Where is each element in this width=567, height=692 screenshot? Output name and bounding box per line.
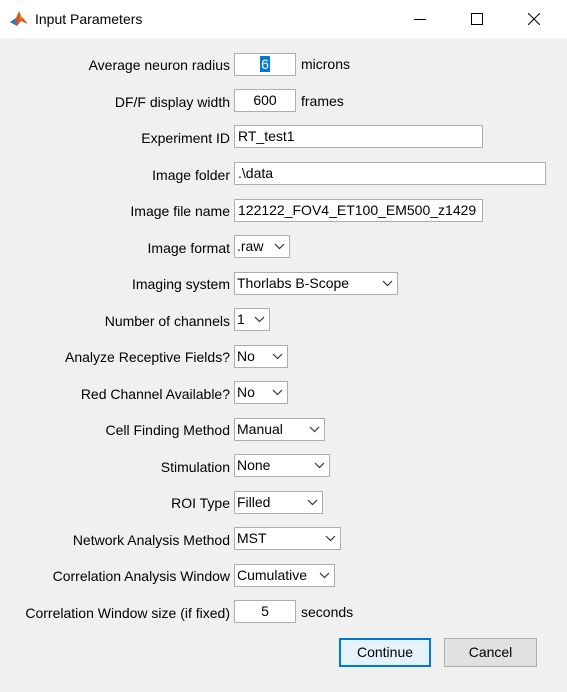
- maximize-button[interactable]: [454, 0, 500, 38]
- chevron-down-icon: [268, 346, 287, 367]
- corr-window-label: Correlation Analysis Window: [52, 568, 230, 584]
- num-channels-dropdown[interactable]: 1: [234, 308, 270, 331]
- image-folder-input[interactable]: .\data: [234, 162, 546, 185]
- network-method-dropdown[interactable]: MST: [234, 527, 341, 550]
- red-channel-label: Red Channel Available?: [80, 386, 230, 402]
- minimize-button[interactable]: [397, 0, 443, 38]
- chevron-down-icon: [305, 419, 324, 440]
- dff-width-unit: frames: [301, 93, 344, 109]
- stimulation-dropdown[interactable]: None: [234, 454, 330, 477]
- network-method-value: MST: [237, 530, 267, 546]
- image-format-dropdown[interactable]: .raw: [234, 235, 290, 258]
- image-file-name-input[interactable]: 122122_FOV4_ET100_EM500_z1429: [234, 199, 483, 222]
- dff-width-label: DF/F display width: [114, 94, 230, 110]
- imaging-system-value: Thorlabs B-Scope: [237, 275, 350, 291]
- chevron-down-icon: [250, 309, 269, 330]
- dff-width-value: 600: [253, 92, 277, 108]
- stimulation-value: None: [237, 457, 271, 473]
- chevron-down-icon: [310, 455, 329, 476]
- chevron-down-icon: [321, 528, 340, 549]
- dff-width-input[interactable]: 600: [234, 89, 296, 112]
- chevron-down-icon: [378, 273, 397, 294]
- corr-window-size-value: 5: [261, 603, 269, 619]
- window-title: Input Parameters: [35, 11, 143, 27]
- maximize-icon: [471, 13, 483, 25]
- close-button[interactable]: [511, 0, 557, 38]
- corr-window-size-unit: seconds: [301, 604, 354, 620]
- cell-finding-dropdown[interactable]: Manual: [234, 418, 325, 441]
- neuron-radius-label: Average neuron radius: [88, 57, 230, 73]
- analyze-rf-dropdown[interactable]: No: [234, 345, 288, 368]
- chevron-down-icon: [303, 492, 322, 513]
- experiment-id-value: RT_test1: [238, 128, 295, 144]
- cell-finding-value: Manual: [237, 421, 283, 437]
- roi-type-label: ROI Type: [171, 495, 230, 511]
- num-channels-value: 1: [237, 311, 245, 327]
- close-icon: [528, 13, 540, 25]
- corr-window-size-label: Correlation Window size (if fixed): [25, 605, 230, 621]
- roi-type-value: Filled: [237, 494, 271, 510]
- corr-window-dropdown[interactable]: Cumulative: [234, 564, 335, 587]
- experiment-id-input[interactable]: RT_test1: [234, 125, 483, 148]
- image-file-name-label: Image file name: [130, 203, 230, 219]
- image-file-name-value: 122122_FOV4_ET100_EM500_z1429: [238, 202, 477, 218]
- dialog-body: Average neuron radius 6 microns DF/F dis…: [0, 38, 567, 692]
- neuron-radius-unit: microns: [301, 56, 351, 72]
- chevron-down-icon: [268, 382, 287, 403]
- image-folder-value: .\data: [238, 165, 274, 181]
- matlab-icon: [9, 9, 29, 29]
- neuron-radius-value: 6: [260, 56, 270, 72]
- imaging-system-label: Imaging system: [131, 276, 230, 292]
- continue-button[interactable]: Continue: [339, 638, 431, 667]
- neuron-radius-input[interactable]: 6: [234, 53, 296, 76]
- analyze-rf-value: No: [237, 348, 255, 364]
- experiment-id-label: Experiment ID: [141, 130, 230, 146]
- network-method-label: Network Analysis Method: [72, 532, 230, 548]
- corr-window-size-input[interactable]: 5: [234, 600, 296, 623]
- red-channel-value: No: [237, 384, 255, 400]
- num-channels-label: Number of channels: [104, 313, 230, 329]
- red-channel-dropdown[interactable]: No: [234, 381, 288, 404]
- stimulation-label: Stimulation: [160, 459, 230, 475]
- cell-finding-label: Cell Finding Method: [105, 422, 230, 438]
- analyze-rf-label: Analyze Receptive Fields?: [65, 349, 230, 365]
- corr-window-value: Cumulative: [237, 567, 308, 583]
- image-format-label: Image format: [147, 240, 230, 256]
- cancel-button[interactable]: Cancel: [444, 638, 537, 667]
- imaging-system-dropdown[interactable]: Thorlabs B-Scope: [234, 272, 398, 295]
- title-bar: Input Parameters: [0, 0, 567, 38]
- image-folder-label: Image folder: [152, 167, 230, 183]
- minimize-icon: [414, 19, 426, 20]
- chevron-down-icon: [270, 236, 289, 257]
- chevron-down-icon: [315, 565, 334, 586]
- image-format-value: .raw: [237, 238, 264, 254]
- roi-type-dropdown[interactable]: Filled: [234, 491, 323, 514]
